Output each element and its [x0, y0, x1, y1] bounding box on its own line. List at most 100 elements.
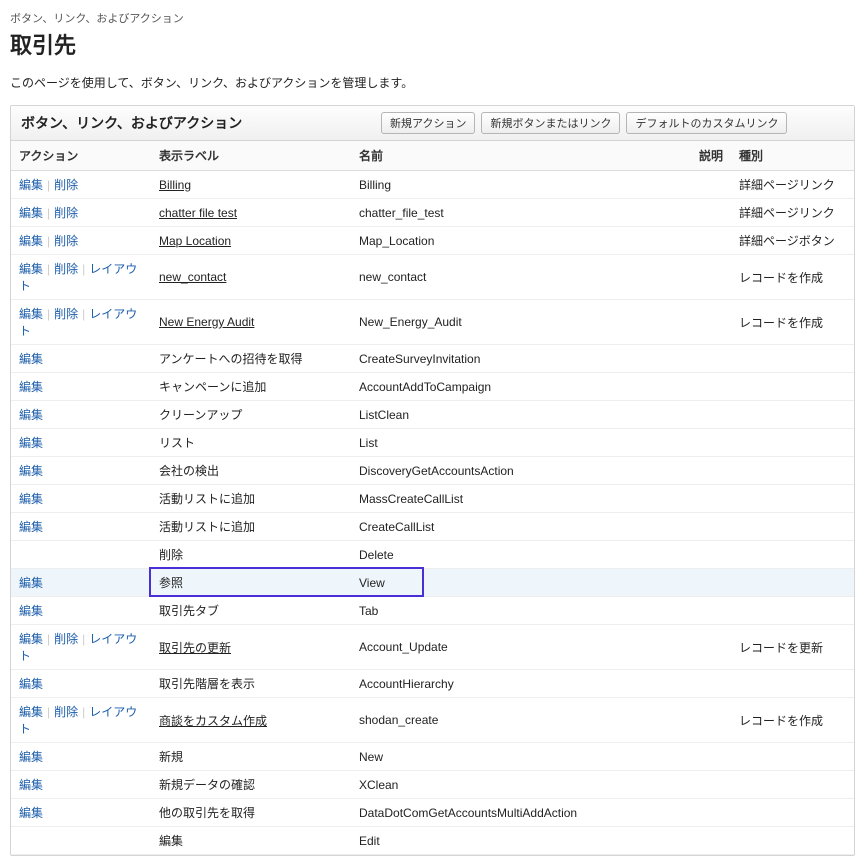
- cell-action: 編集: [11, 597, 151, 625]
- separator: |: [47, 262, 50, 276]
- cell-desc: [691, 698, 731, 743]
- cell-label: 活動リストに追加: [151, 485, 351, 513]
- edit-link[interactable]: 編集: [19, 677, 43, 691]
- edit-link[interactable]: 編集: [19, 520, 43, 534]
- separator: |: [47, 632, 50, 646]
- cell-label: Billing: [151, 171, 351, 199]
- new-action-button[interactable]: 新規アクション: [381, 112, 475, 134]
- table-row: 編集活動リストに追加MassCreateCallList: [11, 485, 854, 513]
- table-row: 編集活動リストに追加CreateCallList: [11, 513, 854, 541]
- panel-buttons: 新規アクション 新規ボタンまたはリンク デフォルトのカスタムリンク: [381, 112, 787, 134]
- cell-label: 取引先階層を表示: [151, 670, 351, 698]
- label-text: 他の取引先を取得: [159, 806, 255, 820]
- table-row: 編集参照View: [11, 569, 854, 597]
- cell-kind: [731, 743, 854, 771]
- cell-name: CreateSurveyInvitation: [351, 345, 691, 373]
- label-link[interactable]: Map Location: [159, 234, 231, 248]
- cell-name: New: [351, 743, 691, 771]
- delete-link[interactable]: 削除: [54, 178, 78, 192]
- cell-desc: [691, 401, 731, 429]
- cell-desc: [691, 429, 731, 457]
- cell-kind: [731, 457, 854, 485]
- separator: |: [82, 307, 85, 321]
- cell-kind: レコードを作成: [731, 300, 854, 345]
- cell-kind: [731, 429, 854, 457]
- cell-action: 編集: [11, 569, 151, 597]
- cell-action: 編集|削除|レイアウト: [11, 255, 151, 300]
- table-row: 編集リストList: [11, 429, 854, 457]
- edit-link[interactable]: 編集: [19, 750, 43, 764]
- label-link[interactable]: chatter file test: [159, 206, 237, 220]
- label-text: 活動リストに追加: [159, 492, 255, 506]
- page-title: 取引先: [10, 28, 855, 60]
- delete-link[interactable]: 削除: [54, 234, 78, 248]
- label-text: 新規: [159, 750, 183, 764]
- cell-desc: [691, 625, 731, 670]
- label-link[interactable]: Billing: [159, 178, 191, 192]
- separator: |: [47, 705, 50, 719]
- edit-link[interactable]: 編集: [19, 178, 43, 192]
- cell-kind: [731, 670, 854, 698]
- edit-link[interactable]: 編集: [19, 806, 43, 820]
- cell-kind: 詳細ページリンク: [731, 171, 854, 199]
- default-custom-link-button[interactable]: デフォルトのカスタムリンク: [626, 112, 787, 134]
- cell-action: 編集: [11, 401, 151, 429]
- edit-link[interactable]: 編集: [19, 307, 43, 321]
- col-header-action: アクション: [11, 141, 151, 171]
- separator: |: [82, 632, 85, 646]
- cell-kind: [731, 597, 854, 625]
- label-link[interactable]: 取引先の更新: [159, 641, 231, 655]
- label-text: 編集: [159, 834, 183, 848]
- new-button-or-link-button[interactable]: 新規ボタンまたはリンク: [481, 112, 620, 134]
- delete-link[interactable]: 削除: [54, 206, 78, 220]
- delete-link[interactable]: 削除: [54, 307, 78, 321]
- edit-link[interactable]: 編集: [19, 778, 43, 792]
- cell-name: Account_Update: [351, 625, 691, 670]
- cell-name: XClean: [351, 771, 691, 799]
- cell-name: Edit: [351, 827, 691, 855]
- table-row: 編集 Edit: [11, 827, 854, 855]
- separator: |: [47, 234, 50, 248]
- cell-action: 編集: [11, 513, 151, 541]
- edit-link[interactable]: 編集: [19, 464, 43, 478]
- cell-desc: [691, 597, 731, 625]
- cell-kind: [731, 345, 854, 373]
- edit-link[interactable]: 編集: [19, 492, 43, 506]
- table-row: 編集会社の検出DiscoveryGetAccountsAction: [11, 457, 854, 485]
- edit-link[interactable]: 編集: [19, 262, 43, 276]
- table-row: 編集|削除|レイアウト取引先の更新Account_Updateレコードを更新: [11, 625, 854, 670]
- edit-link[interactable]: 編集: [19, 604, 43, 618]
- cell-label: リスト: [151, 429, 351, 457]
- cell-action: 編集: [11, 457, 151, 485]
- cell-label: 取引先タブ: [151, 597, 351, 625]
- edit-link[interactable]: 編集: [19, 576, 43, 590]
- label-link[interactable]: New Energy Audit: [159, 315, 254, 329]
- table-row: 編集新規データの確認XClean: [11, 771, 854, 799]
- label-link[interactable]: 商談をカスタム作成: [159, 714, 267, 728]
- cell-desc: [691, 227, 731, 255]
- label-text: アンケートへの招待を取得: [159, 352, 303, 366]
- cell-action: 編集: [11, 373, 151, 401]
- edit-link[interactable]: 編集: [19, 632, 43, 646]
- cell-action: 編集: [11, 771, 151, 799]
- cell-action: 編集|削除: [11, 171, 151, 199]
- cell-name: New_Energy_Audit: [351, 300, 691, 345]
- cell-desc: [691, 300, 731, 345]
- edit-link[interactable]: 編集: [19, 380, 43, 394]
- edit-link[interactable]: 編集: [19, 234, 43, 248]
- edit-link[interactable]: 編集: [19, 705, 43, 719]
- table-row: 削除Delete: [11, 541, 854, 569]
- delete-link[interactable]: 削除: [54, 262, 78, 276]
- delete-link[interactable]: 削除: [54, 705, 78, 719]
- cell-desc: [691, 345, 731, 373]
- label-link[interactable]: new_contact: [159, 270, 226, 284]
- table-row: 編集取引先タブTab: [11, 597, 854, 625]
- delete-link[interactable]: 削除: [54, 632, 78, 646]
- cell-kind: レコードを作成: [731, 255, 854, 300]
- col-header-kind: 種別: [731, 141, 854, 171]
- cell-kind: [731, 485, 854, 513]
- edit-link[interactable]: 編集: [19, 352, 43, 366]
- edit-link[interactable]: 編集: [19, 436, 43, 450]
- edit-link[interactable]: 編集: [19, 408, 43, 422]
- edit-link[interactable]: 編集: [19, 206, 43, 220]
